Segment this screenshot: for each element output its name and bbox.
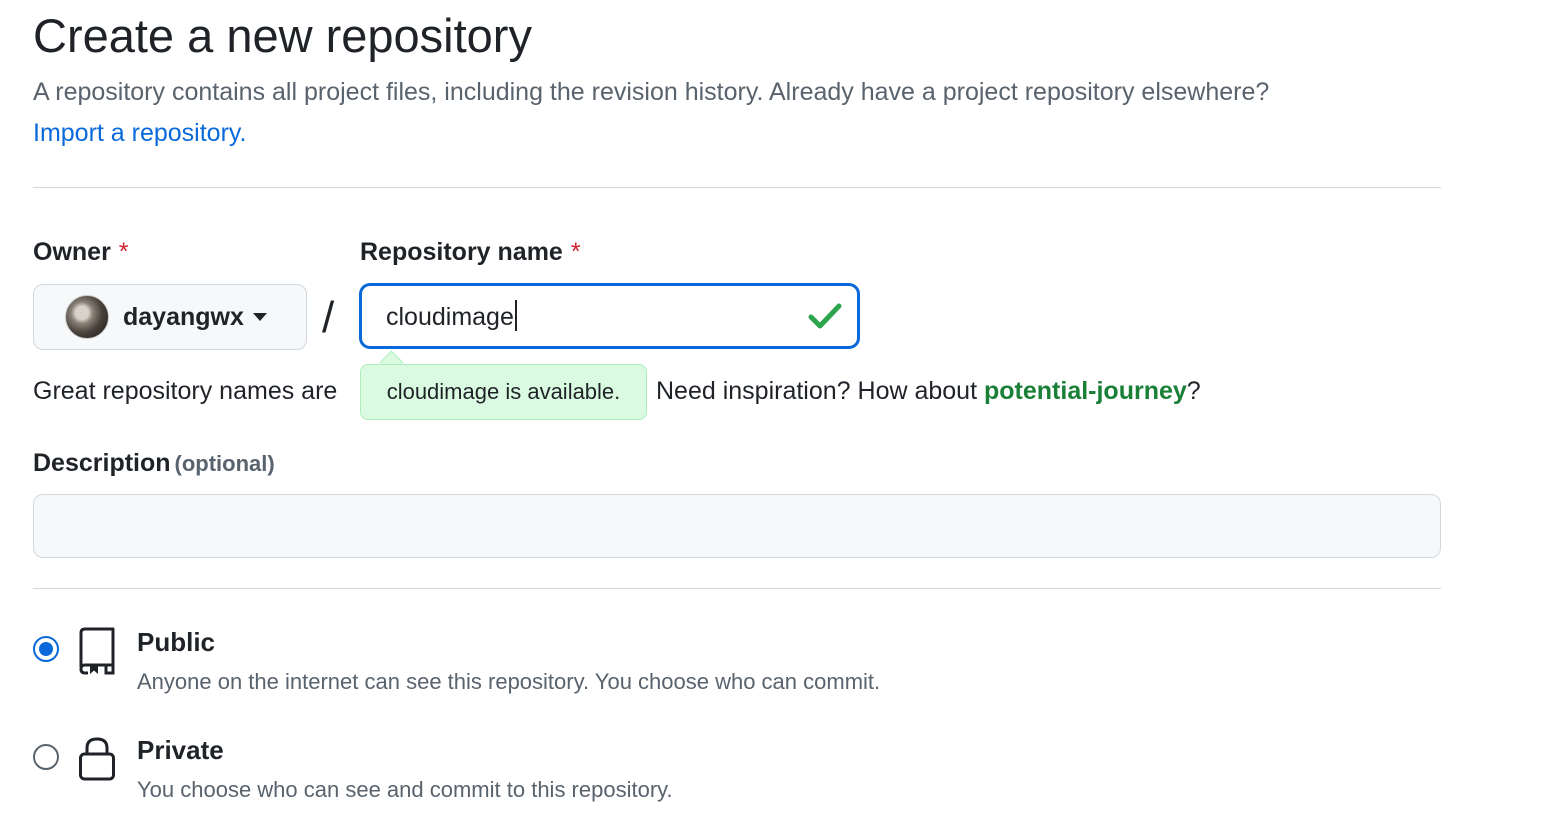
- repository-name-label: Repository name *: [360, 234, 581, 270]
- avatar: [65, 295, 109, 339]
- owner-label-text: Owner: [33, 238, 111, 266]
- owner-label: Owner *: [33, 234, 129, 270]
- private-option-title[interactable]: Private: [137, 732, 224, 768]
- private-radio[interactable]: [33, 744, 59, 770]
- page-title: Create a new repository: [33, 9, 532, 62]
- suggestion-question: Need inspiration? How about: [656, 377, 978, 405]
- description-input[interactable]: [33, 494, 1441, 558]
- repo-icon: [78, 627, 116, 675]
- description-label: Description (optional): [33, 445, 275, 482]
- optional-tag: (optional): [174, 451, 275, 476]
- page-intro: A repository contains all project files,…: [33, 78, 1270, 106]
- suggestion-suffix: ?: [1186, 377, 1201, 405]
- required-mark: *: [118, 238, 129, 266]
- repository-name-label-text: Repository name: [360, 238, 563, 266]
- suggested-name-link[interactable]: potential-journey: [984, 377, 1187, 405]
- owner-select-button[interactable]: dayangwx: [33, 284, 307, 350]
- lock-icon: [78, 736, 116, 782]
- name-suggestion-line: Need inspiration? How about potential-jo…: [656, 372, 1201, 410]
- availability-text: cloudimage is available.: [386, 379, 621, 404]
- import-repository-link[interactable]: Import a repository.: [33, 114, 247, 152]
- owner-repo-separator: /: [322, 293, 335, 342]
- repository-name-value[interactable]: cloudimage: [386, 299, 517, 335]
- owner-name: dayangwx: [123, 302, 244, 331]
- caret-down-icon: [252, 313, 267, 321]
- description-label-text: Description: [33, 449, 171, 477]
- public-option-title[interactable]: Public: [137, 624, 215, 660]
- divider: [33, 588, 1441, 589]
- availability-tooltip: cloudimage is available.: [360, 364, 647, 420]
- private-option-desc: You choose who can see and commit to thi…: [137, 777, 673, 802]
- required-mark: *: [570, 238, 581, 266]
- check-icon: [807, 300, 843, 332]
- text-cursor: [514, 300, 517, 331]
- public-radio[interactable]: [33, 636, 59, 662]
- divider: [33, 187, 1441, 188]
- create-repository-page: Create a new repository A repository con…: [0, 0, 1545, 829]
- name-hint: Great repository names are: [33, 377, 338, 405]
- public-option-desc: Anyone on the internet can see this repo…: [137, 669, 881, 694]
- repository-name-text: cloudimage: [386, 303, 514, 331]
